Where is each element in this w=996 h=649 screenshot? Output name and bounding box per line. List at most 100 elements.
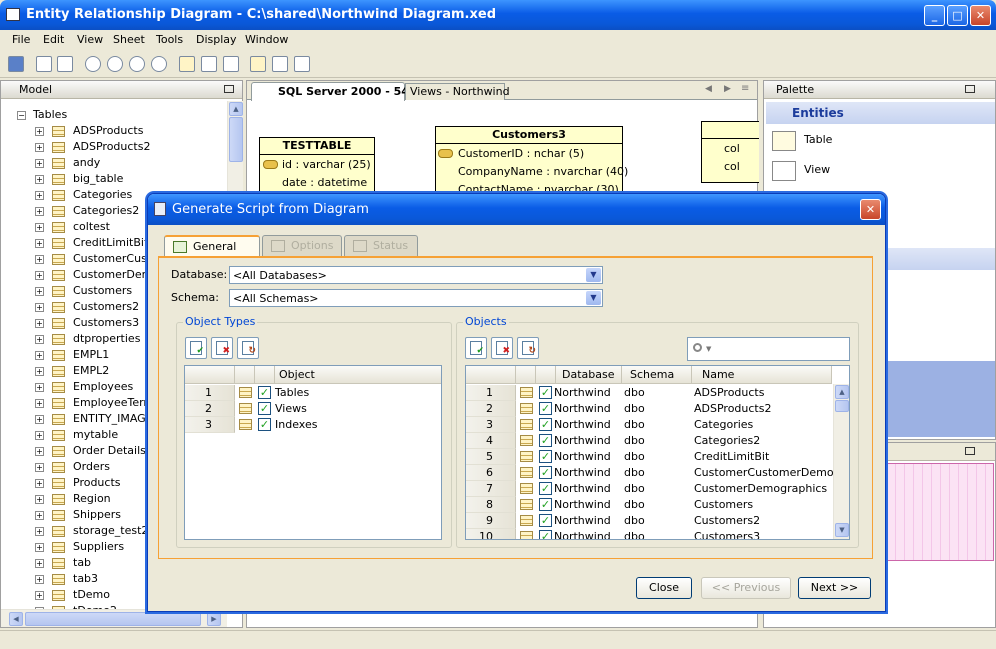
- palette-section-entities[interactable]: Entities: [766, 102, 995, 124]
- menu-display[interactable]: Display: [196, 33, 237, 46]
- object-row[interactable]: 8 ✓ Northwind dbo Customers: [466, 497, 849, 513]
- previous-button[interactable]: << Previous: [701, 577, 791, 599]
- tab-general[interactable]: General: [164, 235, 260, 256]
- objects-grid[interactable]: Database Schema Name 1 ✓ Northwind dbo ADSPr…: [465, 365, 850, 540]
- line-icon[interactable]: [223, 56, 239, 72]
- object-type-checkbox[interactable]: ✓: [258, 386, 271, 399]
- object-checkbox[interactable]: ✓: [539, 418, 552, 431]
- object-checkbox[interactable]: ✓: [539, 482, 552, 495]
- object-row[interactable]: 2 ✓ Northwind dbo ADSProducts2: [466, 401, 849, 417]
- object-column-header[interactable]: Object: [275, 366, 441, 384]
- expand-icon[interactable]: +: [35, 143, 44, 152]
- expand-icon[interactable]: +: [35, 591, 44, 600]
- entity-partial[interactable]: col col: [701, 121, 759, 183]
- object-checkbox[interactable]: ✓: [539, 402, 552, 415]
- expand-icon[interactable]: +: [35, 383, 44, 392]
- expand-icon[interactable]: +: [35, 335, 44, 344]
- object-row[interactable]: 1 ✓ Northwind dbo ADSProducts: [466, 385, 849, 401]
- expand-icon[interactable]: +: [35, 447, 44, 456]
- title-bar[interactable]: Entity Relationship Diagram - C:\shared\…: [0, 0, 996, 30]
- tab-list-icon[interactable]: ≡: [741, 83, 749, 94]
- object-type-row[interactable]: 1 ✓ Tables: [185, 385, 441, 401]
- close-button[interactable]: ✕: [970, 5, 991, 26]
- name-column-header[interactable]: Name: [692, 366, 832, 384]
- table-view-icon[interactable]: [250, 56, 266, 72]
- close-dialog-button[interactable]: Close: [636, 577, 692, 599]
- expand-icon[interactable]: +: [35, 479, 44, 488]
- print-icon[interactable]: [36, 56, 52, 72]
- expand-icon[interactable]: +: [35, 495, 44, 504]
- palette-item-view[interactable]: View: [804, 163, 830, 176]
- expand-icon[interactable]: +: [35, 319, 44, 328]
- object-row[interactable]: 7 ✓ Northwind dbo CustomerDemographics: [466, 481, 849, 497]
- expand-icon[interactable]: +: [35, 271, 44, 280]
- expand-icon[interactable]: +: [35, 559, 44, 568]
- expand-icon[interactable]: +: [35, 367, 44, 376]
- objects-check-all-button[interactable]: ✔: [465, 337, 487, 359]
- object-row[interactable]: 3 ✓ Northwind dbo Categories: [466, 417, 849, 433]
- object-row[interactable]: 9 ✓ Northwind dbo Customers2: [466, 513, 849, 529]
- search-input[interactable]: ▼: [687, 337, 850, 361]
- expand-icon[interactable]: +: [35, 303, 44, 312]
- menu-tools[interactable]: Tools: [156, 33, 183, 46]
- object-row[interactable]: 5 ✓ Northwind dbo CreditLimitBit: [466, 449, 849, 465]
- dialog-title-bar[interactable]: Generate Script from Diagram ✕: [148, 194, 885, 225]
- attributes-icon[interactable]: [201, 56, 217, 72]
- tab-status[interactable]: Status: [344, 235, 418, 256]
- object-type-checkbox[interactable]: ✓: [258, 418, 271, 431]
- restore-icon[interactable]: [965, 85, 975, 93]
- object-type-checkbox[interactable]: ✓: [258, 402, 271, 415]
- objects-uncheck-all-button[interactable]: ✖: [491, 337, 513, 359]
- expand-icon[interactable]: +: [35, 191, 44, 200]
- object-type-row[interactable]: 3 ✓ Indexes: [185, 417, 441, 433]
- object-checkbox[interactable]: ✓: [539, 514, 552, 527]
- object-checkbox[interactable]: ✓: [539, 530, 552, 539]
- zoom-out-icon[interactable]: [129, 56, 145, 72]
- expand-icon[interactable]: +: [35, 575, 44, 584]
- object-type-row[interactable]: 2 ✓ Views: [185, 401, 441, 417]
- page-setup-icon[interactable]: [57, 56, 73, 72]
- uncheck-all-button[interactable]: ✖: [211, 337, 233, 359]
- expand-icon[interactable]: +: [35, 287, 44, 296]
- expand-icon[interactable]: +: [35, 399, 44, 408]
- layout-icon[interactable]: [294, 56, 310, 72]
- object-row[interactable]: 10 ✓ Northwind dbo Customers3: [466, 529, 849, 539]
- entity-icon[interactable]: [179, 56, 195, 72]
- schema-select[interactable]: <All Schemas> ▼: [229, 289, 603, 307]
- database-column-header[interactable]: Database: [556, 366, 622, 384]
- object-checkbox[interactable]: ✓: [539, 498, 552, 511]
- tab-views-northwind[interactable]: Views - Northwind: [405, 83, 510, 100]
- tab-prev-icon[interactable]: ◀: [705, 84, 712, 94]
- entity-testtable[interactable]: TESTTABLE id : varchar (25) date : datet…: [259, 137, 375, 193]
- expand-icon[interactable]: +: [35, 511, 44, 520]
- object-checkbox[interactable]: ✓: [539, 466, 552, 479]
- next-button[interactable]: Next >>: [798, 577, 871, 599]
- maximize-button[interactable]: □: [947, 5, 968, 26]
- objects-scrollbar[interactable]: ▲ ▼: [833, 384, 849, 539]
- expand-icon[interactable]: +: [35, 207, 44, 216]
- save-icon[interactable]: [8, 56, 24, 72]
- menu-window[interactable]: Window: [245, 33, 288, 46]
- tab-sql-server[interactable]: SQL Server 2000 - 54: [251, 82, 409, 101]
- schema-column-header[interactable]: Schema: [622, 366, 692, 384]
- expand-icon[interactable]: +: [35, 223, 44, 232]
- object-types-grid[interactable]: Object 1 ✓ Tables 2 ✓ Views 3 ✓ Indexes: [184, 365, 442, 540]
- objects-invert-button[interactable]: ↻: [517, 337, 539, 359]
- object-checkbox[interactable]: ✓: [539, 386, 552, 399]
- expand-icon[interactable]: +: [35, 175, 44, 184]
- database-select[interactable]: <All Databases> ▼: [229, 266, 603, 284]
- expand-icon[interactable]: +: [35, 415, 44, 424]
- zoom-icon[interactable]: [85, 56, 101, 72]
- grid-icon[interactable]: [272, 56, 288, 72]
- minimize-button[interactable]: _: [924, 5, 945, 26]
- dialog-close-button[interactable]: ✕: [860, 199, 881, 220]
- zoom-in-icon[interactable]: [107, 56, 123, 72]
- overview-thumbnail[interactable]: [886, 463, 994, 561]
- restore-icon[interactable]: [224, 85, 234, 93]
- zoom-fit-icon[interactable]: [151, 56, 167, 72]
- check-all-button[interactable]: ✔: [185, 337, 207, 359]
- object-checkbox[interactable]: ✓: [539, 434, 552, 447]
- expand-icon[interactable]: +: [35, 127, 44, 136]
- menu-sheet[interactable]: Sheet: [113, 33, 145, 46]
- palette-item-table[interactable]: Table: [804, 133, 832, 146]
